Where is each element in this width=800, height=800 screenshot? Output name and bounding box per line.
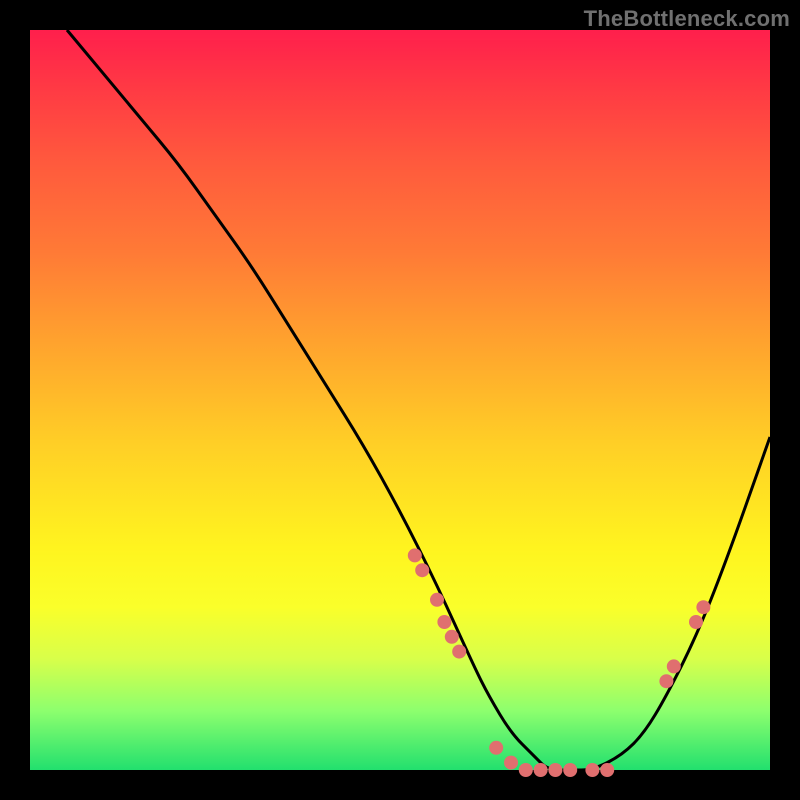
heat-gradient — [30, 30, 770, 770]
chart-frame — [30, 30, 770, 770]
watermark-text: TheBottleneck.com — [584, 6, 790, 32]
plot-area — [30, 30, 770, 770]
